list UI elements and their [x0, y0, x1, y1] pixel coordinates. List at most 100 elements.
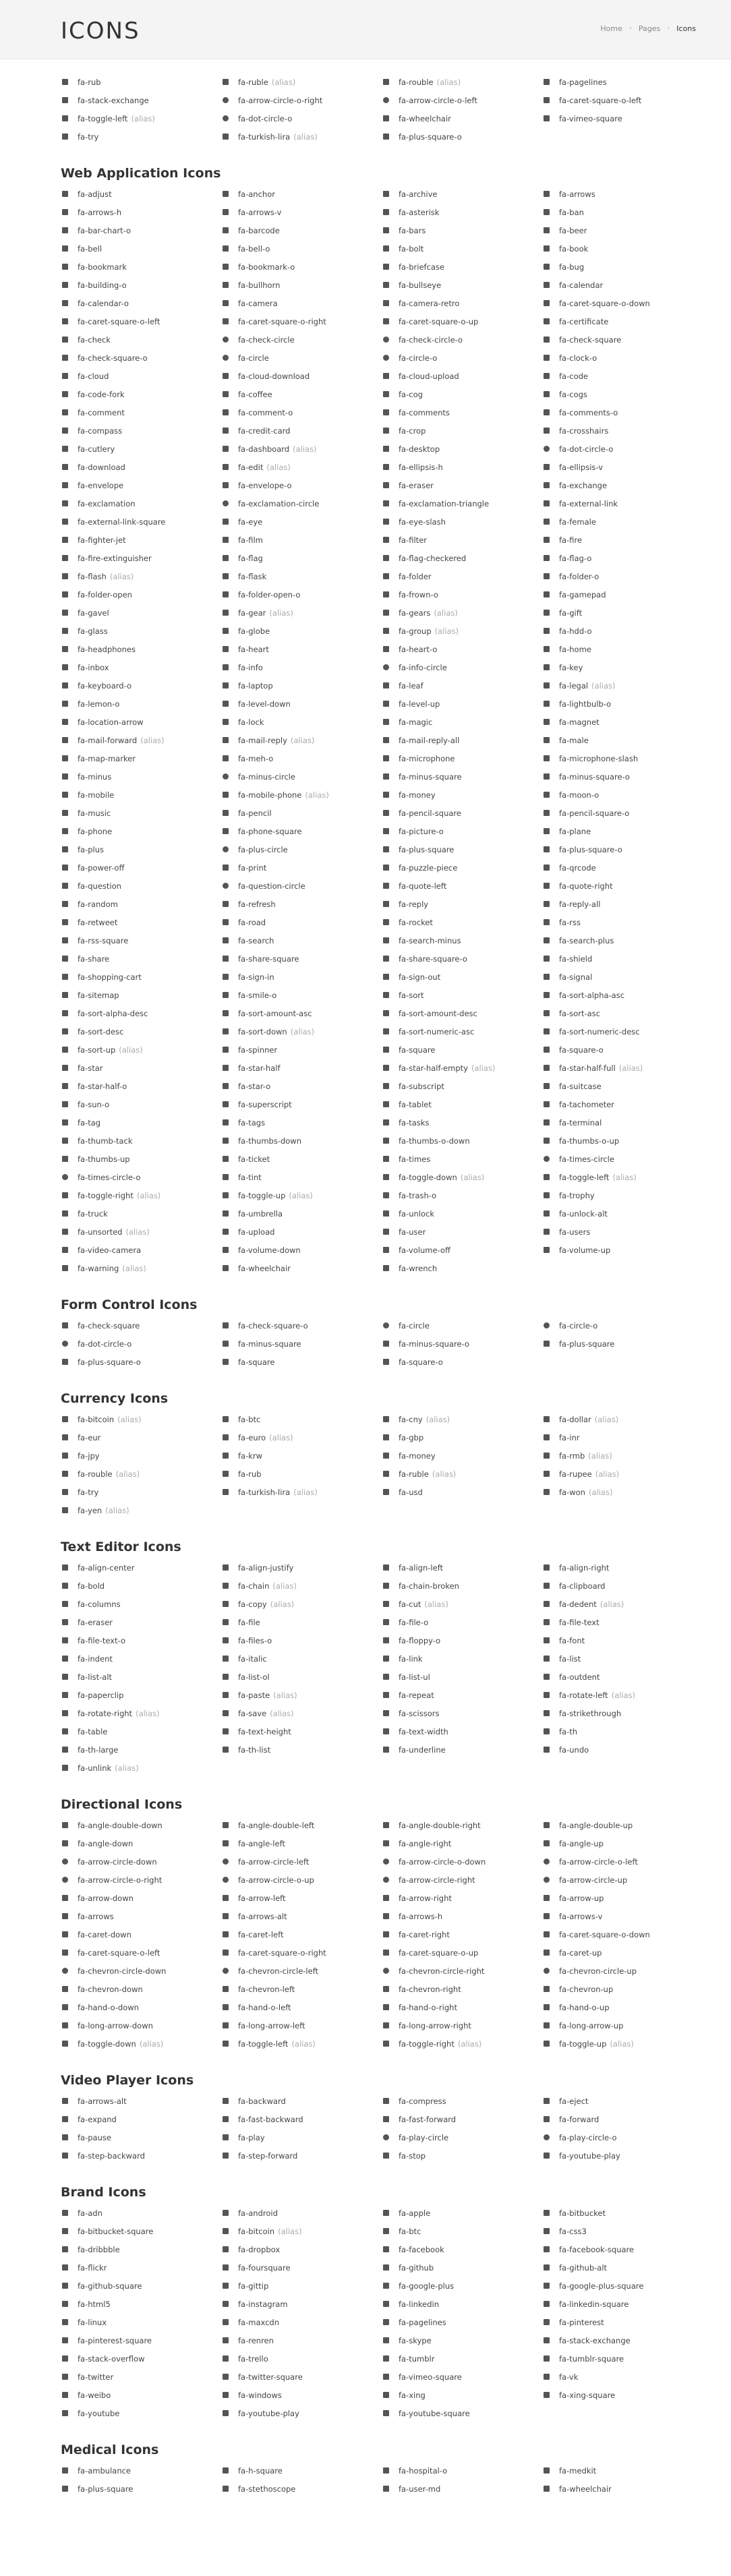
icon-item-fa-arrow-circle-o-right[interactable]: fa-arrow-circle-o-right	[61, 1871, 221, 1889]
icon-item-fa-wheelchair[interactable]: fa-wheelchair	[542, 2480, 703, 2498]
icon-item-fa-microphone[interactable]: fa-microphone	[382, 749, 542, 767]
icon-item-fa-trash-o[interactable]: fa-trash-o	[382, 1186, 542, 1204]
icon-item-fa-circle-o[interactable]: fa-circle-o	[382, 349, 542, 367]
icon-item-fa-plus-square-o[interactable]: fa-plus-square-o	[542, 840, 703, 858]
icon-item-fa-folder[interactable]: fa-folder	[382, 567, 542, 585]
icon-item-fa-sort-amount-desc[interactable]: fa-sort-amount-desc	[382, 1004, 542, 1022]
icon-item-fa-arrow-circle-o-up[interactable]: fa-arrow-circle-o-up	[221, 1871, 382, 1889]
icon-item-fa-level-down[interactable]: fa-level-down	[221, 695, 382, 713]
icon-item-fa-angle-down[interactable]: fa-angle-down	[61, 1834, 221, 1852]
icon-item-fa-chevron-left[interactable]: fa-chevron-left	[221, 1980, 382, 1998]
icon-item-fa-wrench[interactable]: fa-wrench	[382, 1259, 542, 1277]
icon-item-fa-times[interactable]: fa-times	[382, 1150, 542, 1168]
icon-item-fa-play[interactable]: fa-play	[221, 2128, 382, 2146]
icon-item-fa-sort-down[interactable]: fa-sort-down (alias)	[221, 1022, 382, 1041]
icon-item-fa-sort-alpha-desc[interactable]: fa-sort-alpha-desc	[61, 1004, 221, 1022]
icon-item-fa-usd[interactable]: fa-usd	[382, 1483, 542, 1501]
icon-item-fa-arrow-circle-up[interactable]: fa-arrow-circle-up	[542, 1871, 703, 1889]
icon-item-fa-paperclip[interactable]: fa-paperclip	[61, 1686, 221, 1704]
icon-item-fa-arrows-v[interactable]: fa-arrows-v	[542, 1907, 703, 1925]
icon-item-fa-square-o[interactable]: fa-square-o	[542, 1041, 703, 1059]
icon-item-fa-arrow-left[interactable]: fa-arrow-left	[221, 1889, 382, 1907]
icon-item-fa-external-link-square[interactable]: fa-external-link-square	[61, 513, 221, 531]
icon-item-fa-pencil-square[interactable]: fa-pencil-square	[382, 804, 542, 822]
icon-item-fa-sort-asc[interactable]: fa-sort-asc	[542, 1004, 703, 1022]
icon-item-fa-adn[interactable]: fa-adn	[61, 2204, 221, 2222]
icon-item-fa-info[interactable]: fa-info	[221, 658, 382, 676]
icon-item-fa-euro[interactable]: fa-euro (alias)	[221, 1428, 382, 1446]
icon-item-fa-arrows-alt[interactable]: fa-arrows-alt	[221, 1907, 382, 1925]
icon-item-fa-magic[interactable]: fa-magic	[382, 713, 542, 731]
icon-item-fa-file-text-o[interactable]: fa-file-text-o	[61, 1631, 221, 1649]
icon-item-fa-share-square-o[interactable]: fa-share-square-o	[382, 949, 542, 968]
icon-item-fa-eject[interactable]: fa-eject	[542, 2092, 703, 2110]
icon-item-fa-chain-broken[interactable]: fa-chain-broken	[382, 1577, 542, 1595]
icon-item-fa-lock[interactable]: fa-lock	[221, 713, 382, 731]
icon-item-fa-file[interactable]: fa-file	[221, 1613, 382, 1631]
icon-item-fa-plus[interactable]: fa-plus	[61, 840, 221, 858]
icon-item-fa-chevron-right[interactable]: fa-chevron-right	[382, 1980, 542, 1998]
icon-item-fa-cutlery[interactable]: fa-cutlery	[61, 440, 221, 458]
icon-item-fa-eraser[interactable]: fa-eraser	[382, 476, 542, 494]
icon-item-fa-play-circle[interactable]: fa-play-circle	[382, 2128, 542, 2146]
icon-item-fa-chevron-circle-right[interactable]: fa-chevron-circle-right	[382, 1962, 542, 1980]
icon-item-fa-map-marker[interactable]: fa-map-marker	[61, 749, 221, 767]
icon-item-fa-tag[interactable]: fa-tag	[61, 1113, 221, 1132]
icon-item-fa-sort[interactable]: fa-sort	[382, 986, 542, 1004]
icon-item-fa-hand-o-left[interactable]: fa-hand-o-left	[221, 1998, 382, 2016]
icon-item-fa-bug[interactable]: fa-bug	[542, 258, 703, 276]
icon-item-fa-anchor[interactable]: fa-anchor	[221, 185, 382, 203]
icon-item-fa-sort-numeric-asc[interactable]: fa-sort-numeric-asc	[382, 1022, 542, 1041]
icon-item-fa-github-square[interactable]: fa-github-square	[61, 2277, 221, 2295]
icon-item-fa-forward[interactable]: fa-forward	[542, 2110, 703, 2128]
icon-item-fa-bookmark-o[interactable]: fa-bookmark-o	[221, 258, 382, 276]
icon-item-fa-compass[interactable]: fa-compass	[61, 421, 221, 440]
icon-item-fa-tablet[interactable]: fa-tablet	[382, 1095, 542, 1113]
icon-item-fa-underline[interactable]: fa-underline	[382, 1740, 542, 1759]
icon-item-fa-ruble[interactable]: fa-ruble (alias)	[382, 1465, 542, 1483]
icon-item-fa-sitemap[interactable]: fa-sitemap	[61, 986, 221, 1004]
icon-item-fa-gamepad[interactable]: fa-gamepad	[542, 585, 703, 604]
icon-item-fa-certificate[interactable]: fa-certificate	[542, 312, 703, 330]
icon-item-fa-bitcoin[interactable]: fa-bitcoin (alias)	[61, 1410, 221, 1428]
icon-item-fa-hand-o-right[interactable]: fa-hand-o-right	[382, 1998, 542, 2016]
icon-item-fa-list-alt[interactable]: fa-list-alt	[61, 1668, 221, 1686]
icon-item-fa-flask[interactable]: fa-flask	[221, 567, 382, 585]
icon-item-fa-home[interactable]: fa-home	[542, 640, 703, 658]
icon-item-fa-cloud[interactable]: fa-cloud	[61, 367, 221, 385]
icon-item-fa-dedent[interactable]: fa-dedent (alias)	[542, 1595, 703, 1613]
icon-item-fa-folder-open[interactable]: fa-folder-open	[61, 585, 221, 604]
breadcrumb-pages[interactable]: Pages	[639, 24, 660, 33]
icon-item-fa-tumblr-square[interactable]: fa-tumblr-square	[542, 2349, 703, 2368]
icon-item-fa-pagelines[interactable]: fa-pagelines	[542, 73, 703, 91]
icon-item-fa-volume-down[interactable]: fa-volume-down	[221, 1241, 382, 1259]
icon-item-fa-magnet[interactable]: fa-magnet	[542, 713, 703, 731]
icon-item-fa-star-half-empty[interactable]: fa-star-half-empty (alias)	[382, 1059, 542, 1077]
icon-item-fa-check[interactable]: fa-check	[61, 330, 221, 349]
icon-item-fa-hospital-o[interactable]: fa-hospital-o	[382, 2461, 542, 2480]
icon-item-fa-btc[interactable]: fa-btc	[382, 2222, 542, 2240]
icon-item-fa-keyboard-o[interactable]: fa-keyboard-o	[61, 676, 221, 695]
icon-item-fa-exchange[interactable]: fa-exchange	[542, 476, 703, 494]
icon-item-fa-dollar[interactable]: fa-dollar (alias)	[542, 1410, 703, 1428]
icon-item-fa-comments[interactable]: fa-comments	[382, 403, 542, 421]
icon-item-fa-rmb[interactable]: fa-rmb (alias)	[542, 1446, 703, 1465]
icon-item-fa-twitter[interactable]: fa-twitter	[61, 2368, 221, 2386]
icon-item-fa-stop[interactable]: fa-stop	[382, 2146, 542, 2165]
icon-item-fa-caret-square-o-left[interactable]: fa-caret-square-o-left	[61, 312, 221, 330]
icon-item-fa-bitcoin[interactable]: fa-bitcoin (alias)	[221, 2222, 382, 2240]
icon-item-fa-mobile-phone[interactable]: fa-mobile-phone (alias)	[221, 786, 382, 804]
icon-item-fa-turkish-lira[interactable]: fa-turkish-lira (alias)	[221, 1483, 382, 1501]
icon-item-fa-desktop[interactable]: fa-desktop	[382, 440, 542, 458]
icon-item-fa-inbox[interactable]: fa-inbox	[61, 658, 221, 676]
icon-item-fa-upload[interactable]: fa-upload	[221, 1223, 382, 1241]
icon-item-fa-try[interactable]: fa-try	[61, 127, 221, 146]
icon-item-fa-renren[interactable]: fa-renren	[221, 2331, 382, 2349]
icon-item-fa-dot-circle-o[interactable]: fa-dot-circle-o	[61, 1335, 221, 1353]
icon-item-fa-question-circle[interactable]: fa-question-circle	[221, 877, 382, 895]
icon-item-fa-toggle-up[interactable]: fa-toggle-up (alias)	[542, 2035, 703, 2053]
icon-item-fa-toggle-right[interactable]: fa-toggle-right (alias)	[382, 2035, 542, 2053]
icon-item-fa-bell[interactable]: fa-bell	[61, 239, 221, 258]
icon-item-fa-caret-square-o-up[interactable]: fa-caret-square-o-up	[382, 312, 542, 330]
icon-item-fa-arrow-circle-right[interactable]: fa-arrow-circle-right	[382, 1871, 542, 1889]
